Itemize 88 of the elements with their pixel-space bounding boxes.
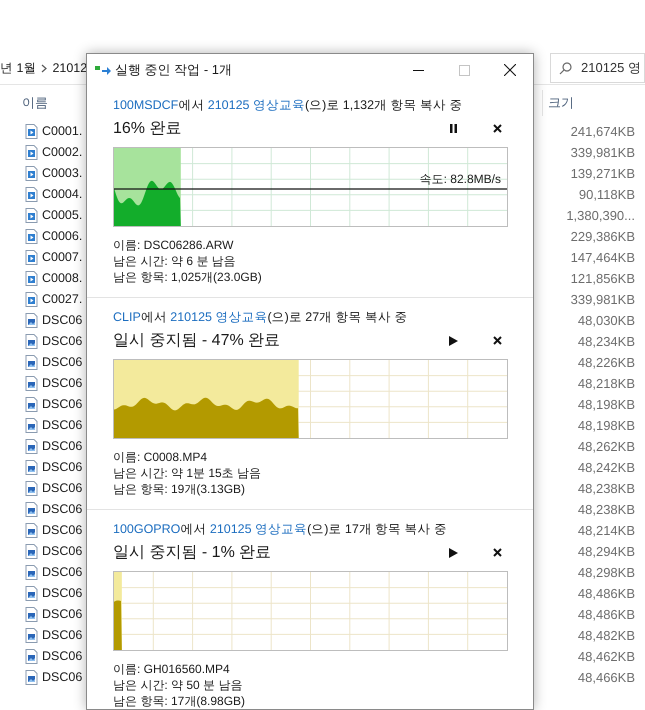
file-size: 48,466KB bbox=[576, 668, 635, 687]
file-icon bbox=[25, 502, 38, 518]
file-size: 48,486KB bbox=[576, 606, 635, 624]
file-icon bbox=[25, 522, 38, 538]
copy-icon bbox=[95, 64, 111, 76]
progress-status: 16% 완료 bbox=[113, 118, 182, 139]
progress-status: 일시 중지됨 - 1% 완료 bbox=[113, 542, 272, 563]
file-icon bbox=[25, 334, 38, 350]
file-size: 48,482KB bbox=[576, 626, 635, 645]
file-icon bbox=[25, 396, 38, 412]
file-size: 48,242KB bbox=[576, 458, 635, 477]
detail-text: 남은 시간: 약 1분 15초 남음 bbox=[113, 464, 262, 481]
detail-text: 이름: C0008.MP4 bbox=[113, 448, 208, 465]
file-size: 339,981KB bbox=[570, 290, 635, 309]
file-size: 48,262KB bbox=[576, 438, 635, 456]
play-icon bbox=[448, 336, 458, 346]
pause-icon bbox=[450, 124, 456, 134]
file-size: 48,486KB bbox=[576, 584, 635, 603]
detail-text: 남은 항목: 1,025개(23.0GB) bbox=[113, 268, 263, 285]
file-icon bbox=[25, 312, 38, 328]
file-size: 139,271KB bbox=[570, 164, 635, 183]
file-icon bbox=[25, 354, 38, 370]
window-title: 실행 중인 작업 - 1개 bbox=[115, 61, 232, 80]
file-icon bbox=[25, 270, 38, 286]
file-icon bbox=[25, 670, 38, 686]
operation-description: CLIP에서 210125 영상교육(으)로 27개 항목 복사 중 bbox=[113, 309, 409, 326]
speed-label: 속도: 82.8MB/s bbox=[420, 170, 501, 188]
file-icon bbox=[25, 208, 38, 224]
detail-text: 남은 항목: 19개(3.13GB) bbox=[113, 480, 246, 497]
file-icon bbox=[25, 124, 38, 140]
file-size: 48,226KB bbox=[576, 354, 635, 372]
file-icon bbox=[25, 166, 38, 182]
file-icon bbox=[25, 186, 38, 202]
file-size: 241,674KB bbox=[570, 122, 635, 141]
close-icon bbox=[504, 64, 516, 76]
close-icon bbox=[492, 548, 502, 558]
file-size: 147,464KB bbox=[570, 248, 635, 267]
close-icon bbox=[492, 336, 502, 346]
play-icon bbox=[448, 548, 458, 558]
file-size: 48,198KB bbox=[576, 416, 635, 435]
breadcrumb-item[interactable]: 21012 bbox=[52, 58, 88, 78]
file-size: 48,234KB bbox=[576, 332, 635, 351]
file-size: 48,198KB bbox=[576, 396, 635, 414]
detail-text: 남은 시간: 약 6 분 남음 bbox=[113, 252, 237, 269]
file-size: 121,856KB bbox=[570, 270, 635, 288]
chevron-icon bbox=[41, 64, 48, 72]
file-size: 339,981KB bbox=[570, 144, 635, 162]
file-size: 48,238KB bbox=[576, 480, 635, 498]
file-icon bbox=[25, 544, 38, 560]
file-icon bbox=[25, 606, 38, 622]
file-icon bbox=[25, 144, 38, 160]
search-icon bbox=[559, 62, 572, 75]
file-icon bbox=[25, 418, 38, 434]
file-icon bbox=[25, 564, 38, 580]
file-icon bbox=[25, 438, 38, 454]
file-size: 90,118KB bbox=[578, 186, 635, 204]
column-header[interactable]: 크기 bbox=[548, 93, 574, 113]
detail-text: 남은 시간: 약 50 분 남음 bbox=[113, 676, 244, 693]
file-size: 48,218KB bbox=[576, 374, 635, 393]
search-field[interactable]: 210125 영 bbox=[550, 53, 645, 83]
file-size: 48,030KB bbox=[576, 312, 635, 330]
file-icon bbox=[25, 250, 38, 266]
file-size: 48,462KB bbox=[576, 648, 635, 666]
file-icon bbox=[25, 586, 38, 602]
operation-description: 100MSDCF에서 210125 영상교육(으)로 1,132개 항목 복사 중 bbox=[113, 97, 464, 114]
file-icon bbox=[25, 480, 38, 496]
progress-status: 일시 중지됨 - 47% 완료 bbox=[113, 330, 282, 351]
file-size: 48,238KB bbox=[576, 500, 635, 519]
detail-text: 이름: GH016560.MP4 bbox=[113, 660, 231, 677]
file-icon bbox=[25, 376, 38, 392]
detail-text: 이름: DSC06286.ARW bbox=[113, 236, 234, 253]
breadcrumb-item[interactable]: 년 1월 bbox=[0, 58, 36, 78]
file-icon bbox=[25, 460, 38, 476]
file-icon bbox=[25, 292, 38, 308]
file-icon bbox=[25, 228, 38, 244]
file-size: 48,298KB bbox=[576, 564, 635, 582]
operation-description: 100GOPRO에서 210125 영상교육(으)로 17개 항목 복사 중 bbox=[113, 521, 448, 538]
file-size: 1,380,390... bbox=[565, 206, 635, 225]
file-size: 48,214KB bbox=[576, 522, 635, 540]
throughput-wave-drawing bbox=[114, 600, 122, 650]
maximize-icon bbox=[458, 64, 470, 76]
file-icon bbox=[25, 648, 38, 664]
file-size: 229,386KB bbox=[570, 228, 635, 246]
close-icon bbox=[492, 124, 502, 134]
file-size: 48,294KB bbox=[576, 542, 635, 561]
file-icon bbox=[25, 628, 38, 644]
detail-text: 남은 항목: 17개(8.98GB) bbox=[113, 692, 246, 709]
throughput-wave-drawing bbox=[114, 180, 181, 226]
